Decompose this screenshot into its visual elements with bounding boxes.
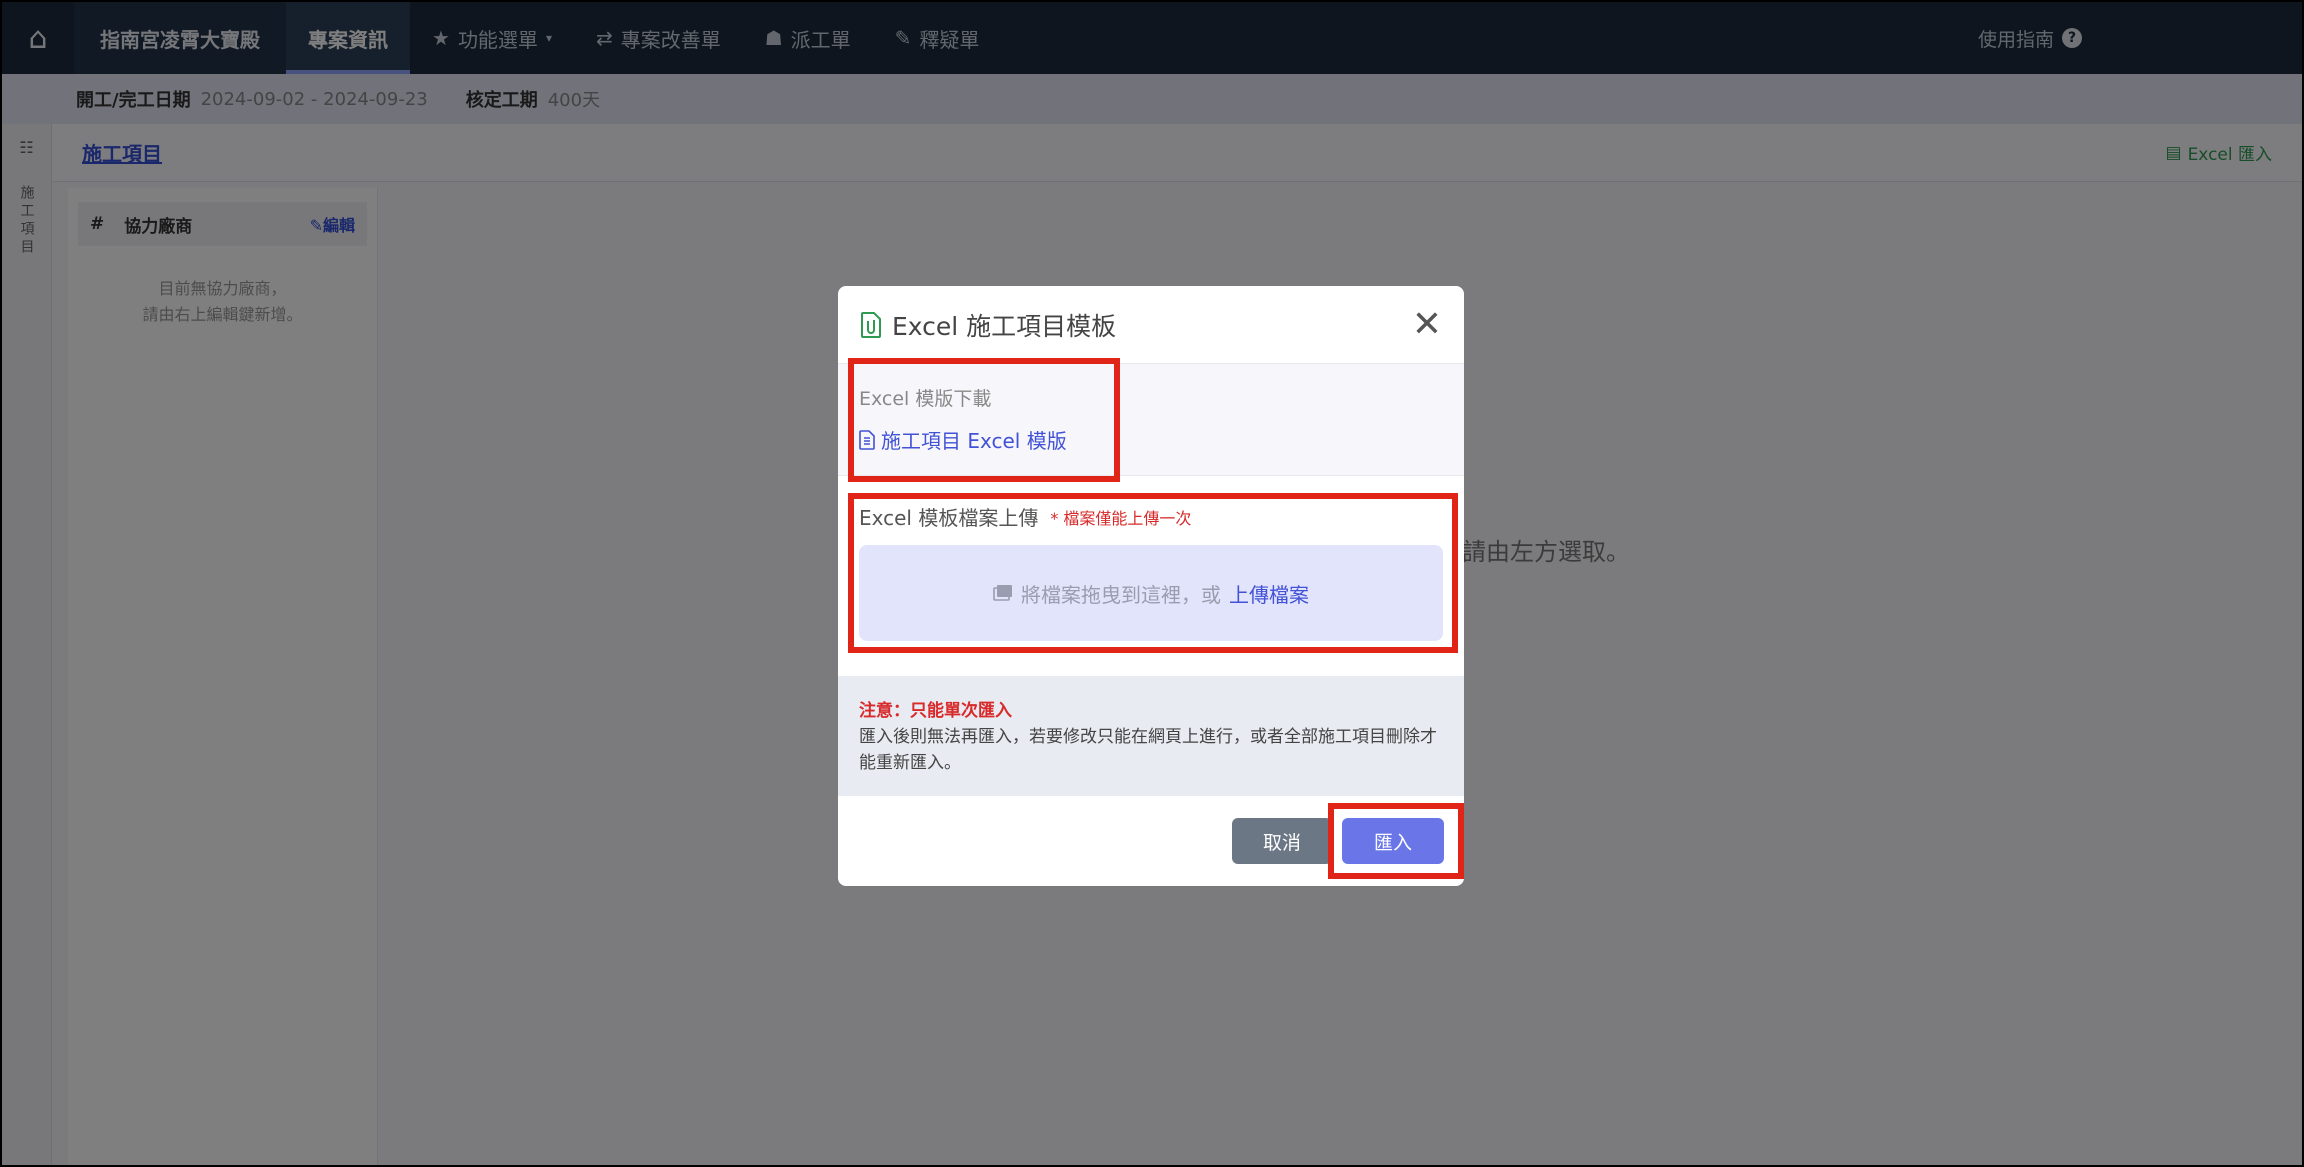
notice-title: 注意：只能單次匯入 [859,701,1012,721]
excel-template-modal: Excel 施工項目模板 ✕ Excel 模版下載 施工項目 Excel 模版 … [838,286,1464,886]
template-download-section: Excel 模版下載 施工項目 Excel 模版 [838,364,1464,476]
close-icon[interactable]: ✕ [1412,306,1442,343]
upload-note: * 檔案僅能上傳一次 [1050,508,1192,528]
excel-file-icon [861,311,881,338]
modal-footer: 取消 匯入 [838,796,1464,886]
cancel-button[interactable]: 取消 [1232,818,1332,864]
upload-label-row: Excel 模板檔案上傳 * 檔案僅能上傳一次 [859,502,1443,531]
app-window: ⌂ 指南宮凌霄大寶殿 專案資訊 ★ 功能選單 ▾ ⇄ 專案改善單 ☗ 派工單 ✎… [2,2,2302,1165]
download-label: Excel 模版下載 [859,388,992,410]
download-link-label: 施工項目 Excel 模版 [881,429,1067,453]
file-icon [859,429,875,450]
template-download-link[interactable]: 施工項目 Excel 模版 [859,425,1464,454]
modal-title: Excel 施工項目模板 [892,311,1117,341]
upload-file-link[interactable]: 上傳檔案 [1229,579,1309,608]
template-upload-section: Excel 模板檔案上傳 * 檔案僅能上傳一次 將檔案拖曳到這裡，或 上傳檔案 [838,476,1464,676]
file-dropzone[interactable]: 將檔案拖曳到這裡，或 上傳檔案 [859,545,1443,641]
upload-label: Excel 模板檔案上傳 [859,506,1039,530]
import-notice: 注意：只能單次匯入 匯入後則無法再匯入，若要修改只能在網頁上進行，或者全部施工項… [838,676,1464,796]
import-button[interactable]: 匯入 [1342,818,1444,864]
image-icon [993,585,1012,601]
notice-body: 匯入後則無法再匯入，若要修改只能在網頁上進行，或者全部施工項目刪除才能重新匯入。 [859,727,1437,773]
dropzone-text: 將檔案拖曳到這裡，或 [1021,582,1221,607]
modal-header: Excel 施工項目模板 ✕ [838,286,1464,364]
